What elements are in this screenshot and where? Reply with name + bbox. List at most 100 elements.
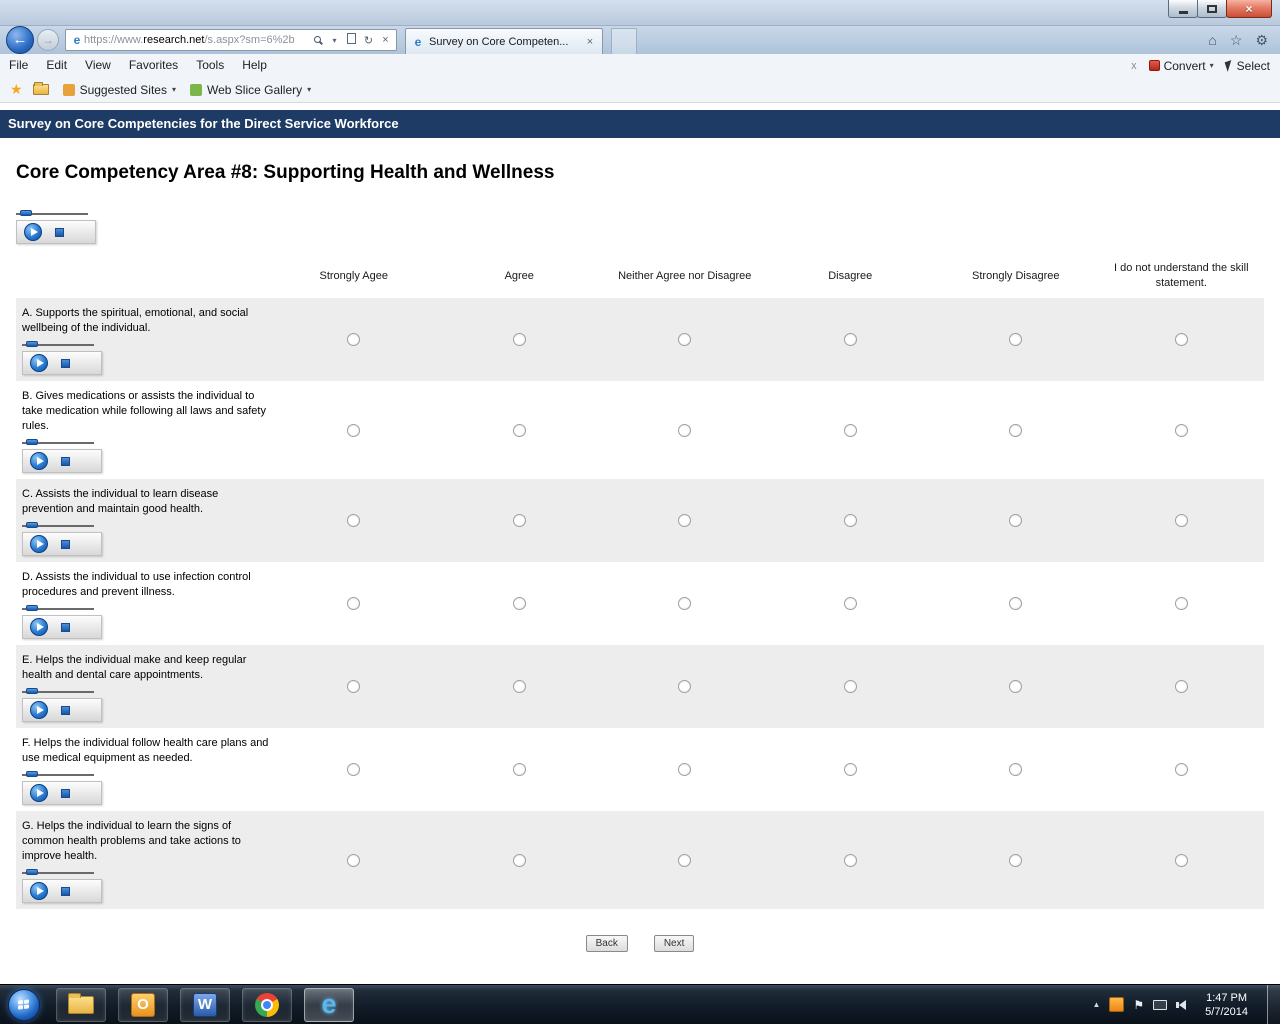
audio-stop-button[interactable] [61,706,70,715]
audio-slider-handle[interactable] [26,341,38,347]
radio-button[interactable] [1009,514,1022,527]
tray-app-icon[interactable] [1109,997,1124,1012]
audio-seek-slider[interactable] [22,522,102,530]
network-icon[interactable] [1153,1000,1167,1010]
radio-button[interactable] [513,854,526,867]
home-icon[interactable]: ⌂ [1208,32,1216,49]
radio-button[interactable] [513,763,526,776]
radio-button[interactable] [1175,680,1188,693]
radio-button[interactable] [678,514,691,527]
audio-slider-handle[interactable] [20,210,32,216]
radio-button[interactable] [844,763,857,776]
restore-button[interactable] [1197,0,1227,18]
audio-seek-slider[interactable] [22,688,102,696]
menu-item[interactable]: Favorites [120,54,187,77]
radio-button[interactable] [1175,333,1188,346]
audio-slider-handle[interactable] [26,605,38,611]
tools-gear-icon[interactable]: ⚙ [1255,32,1268,49]
favorites-folder-icon[interactable] [33,84,49,95]
browser-tab[interactable]: e Survey on Core Competen... × [405,28,603,54]
audio-seek-slider[interactable] [22,771,102,779]
audio-stop-button[interactable] [61,540,70,549]
radio-button[interactable] [844,597,857,610]
radio-button[interactable] [678,333,691,346]
forward-button[interactable]: → [37,29,59,51]
back-button[interactable]: ← [6,26,34,54]
audio-slider-handle[interactable] [26,522,38,528]
audio-seek-slider[interactable] [16,210,96,218]
radio-button[interactable] [1009,680,1022,693]
menu-item[interactable]: File [0,54,37,77]
radio-button[interactable] [1009,333,1022,346]
audio-seek-slider[interactable] [22,439,102,447]
radio-button[interactable] [513,424,526,437]
radio-button[interactable] [678,763,691,776]
radio-button[interactable] [678,597,691,610]
taskbar-ie-button[interactable]: e [304,988,354,1022]
url-text[interactable]: https://www.research.net/s.aspx?sm=6%2b [84,34,309,46]
menu-item[interactable]: View [76,54,120,77]
minimize-button[interactable] [1168,0,1198,18]
radio-button[interactable] [347,763,360,776]
radio-button[interactable] [1009,424,1022,437]
radio-button[interactable] [513,597,526,610]
audio-stop-button[interactable] [61,887,70,896]
audio-seek-slider[interactable] [22,341,102,349]
audio-stop-button[interactable] [61,623,70,632]
favbar-item-caret[interactable]: ▾ [172,85,176,94]
convert-dropdown-icon[interactable]: ▾ [1210,61,1214,70]
address-bar[interactable]: e https://www.research.net/s.aspx?sm=6%2… [65,29,397,51]
radio-button[interactable] [844,333,857,346]
volume-icon[interactable] [1176,1000,1186,1010]
radio-button[interactable] [513,680,526,693]
radio-button[interactable] [347,597,360,610]
favbar-item[interactable]: Web Slice Gallery ▾ [190,83,311,97]
audio-play-button[interactable] [30,618,48,636]
audio-stop-button[interactable] [61,457,70,466]
start-button[interactable] [8,989,40,1021]
radio-button[interactable] [1175,597,1188,610]
radio-button[interactable] [1175,424,1188,437]
radio-button[interactable] [1175,854,1188,867]
audio-slider-handle[interactable] [26,439,38,445]
titlebar[interactable]: × [0,0,1280,26]
favbar-item[interactable]: Suggested Sites ▾ [63,83,176,97]
taskbar-word-button[interactable]: W [180,988,230,1022]
refresh-icon[interactable]: ↻ [360,34,377,47]
radio-button[interactable] [678,424,691,437]
radio-button[interactable] [513,514,526,527]
audio-seek-slider[interactable] [22,869,102,877]
menu-item[interactable]: Tools [187,54,233,77]
search-icon[interactable] [309,34,326,46]
favbar-item-caret[interactable]: ▾ [307,85,311,94]
stop-icon[interactable]: × [377,34,394,46]
radio-button[interactable] [678,680,691,693]
add-favorite-icon[interactable]: ★ [10,81,23,98]
audio-play-button[interactable] [30,784,48,802]
radio-button[interactable] [1009,854,1022,867]
radio-button[interactable] [844,854,857,867]
favorites-star-icon[interactable]: ☆ [1230,32,1243,49]
radio-button[interactable] [347,854,360,867]
audio-slider-handle[interactable] [26,771,38,777]
menu-item[interactable]: Edit [37,54,76,77]
audio-play-button[interactable] [30,701,48,719]
radio-button[interactable] [347,333,360,346]
audio-play-button[interactable] [30,882,48,900]
radio-button[interactable] [513,333,526,346]
new-tab-button[interactable] [611,28,637,54]
radio-button[interactable] [1175,763,1188,776]
menu-item[interactable]: Help [233,54,276,77]
radio-button[interactable] [1009,763,1022,776]
taskbar-outlook-button[interactable]: O [118,988,168,1022]
audio-stop-button[interactable] [55,228,64,237]
radio-button[interactable] [1175,514,1188,527]
audio-play-button[interactable] [30,354,48,372]
select-button[interactable]: Select [1226,59,1270,73]
next-nav-button[interactable]: Next [654,935,695,952]
audio-stop-button[interactable] [61,359,70,368]
radio-button[interactable] [844,514,857,527]
audio-play-button[interactable] [24,223,42,241]
radio-button[interactable] [347,680,360,693]
radio-button[interactable] [347,514,360,527]
